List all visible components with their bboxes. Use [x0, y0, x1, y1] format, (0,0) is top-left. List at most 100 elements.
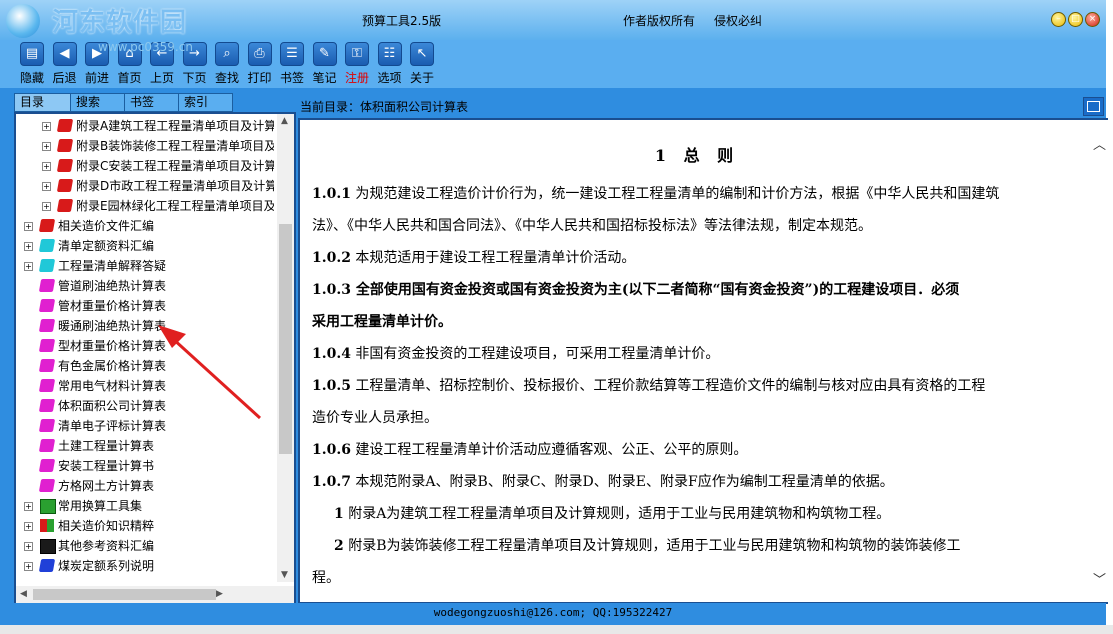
- tree-item[interactable]: + 相关造价文件汇编: [16, 216, 274, 236]
- background-window-strip: [0, 625, 1113, 634]
- tree-item[interactable]: + 煤炭定额系列说明: [16, 556, 274, 576]
- tree-item[interactable]: 土建工程量计算表: [16, 436, 274, 456]
- expand-toggle-icon[interactable]: +: [24, 562, 33, 571]
- document-paragraph: 1 附录A为建筑工程工程量清单项目及计算规则，适用于工业与民用建筑物和构筑物工程…: [312, 498, 1082, 530]
- scroll-thumb[interactable]: [33, 589, 216, 600]
- tree-item[interactable]: 常用电气材料计算表: [16, 376, 274, 396]
- tree-item[interactable]: + 其他参考资料汇编: [16, 536, 274, 556]
- scroll-down-icon[interactable]: ▼: [281, 570, 288, 580]
- expand-toggle-icon[interactable]: +: [42, 122, 51, 131]
- book-icon: [38, 219, 56, 232]
- toolbar-button-1[interactable]: ◀ 后退: [49, 42, 81, 88]
- tree-item[interactable]: 方格网土方计算表: [16, 476, 274, 496]
- expand-toggle-icon[interactable]: +: [24, 502, 33, 511]
- book-icon: [38, 259, 56, 272]
- clause-number: 2: [334, 538, 344, 554]
- clause-text: 本规范适用于建设工程工程量清单计价活动。: [350, 250, 636, 266]
- scroll-left-icon[interactable]: ◀: [20, 589, 27, 599]
- toolbar-button-label: 后退: [52, 71, 77, 85]
- back-icon: ◀: [52, 42, 77, 66]
- register-icon: ⚿: [345, 42, 369, 66]
- current-directory: 当前目录：体积面积公司计算表: [300, 100, 469, 114]
- tree-item[interactable]: + 附录D市政工程工程量清单项目及计算: [16, 176, 274, 196]
- book-icon: [56, 139, 74, 152]
- tree-item[interactable]: + 工程量清单解释答疑: [16, 256, 274, 276]
- tree-item[interactable]: 体积面积公司计算表: [16, 396, 274, 416]
- tab-index[interactable]: 索引: [178, 93, 233, 112]
- clause-number: 1.0.5: [312, 378, 351, 394]
- tree-item[interactable]: + 附录C安装工程工程量清单项目及计算: [16, 156, 274, 176]
- tree-item-label: 附录B装饰装修工程工程量清单项目及: [76, 139, 274, 153]
- scroll-right-icon[interactable]: ▶: [216, 589, 223, 599]
- scroll-down-icon[interactable]: ﹀: [1093, 569, 1106, 588]
- expand-toggle-icon[interactable]: +: [24, 262, 33, 271]
- toolbar-button-6[interactable]: ⌕ 查找: [211, 42, 243, 88]
- expand-toggle-icon[interactable]: +: [42, 162, 51, 171]
- watermark-logo-icon: [6, 4, 40, 38]
- clause-text: 法》、《中华人民共和国合同法》、《中华人民共和国招标投标法》等法律法规，制定本规…: [312, 218, 872, 234]
- toolbar-button-8[interactable]: ☰ 书签: [276, 42, 308, 88]
- maximize-button[interactable]: □: [1068, 12, 1083, 27]
- tree-item[interactable]: 清单电子评标计算表: [16, 416, 274, 436]
- document-paragraph: 1.0.5 工程量清单、招标控制价、投标报价、工程价款结算等工程造价文件的编制与…: [312, 370, 1082, 402]
- tree-item-label: 有色金属价格计算表: [58, 359, 167, 373]
- tree-item-label: 清单电子评标计算表: [58, 419, 167, 433]
- tab-contents[interactable]: 目录: [14, 93, 71, 112]
- tree-item-label: 体积面积公司计算表: [58, 399, 167, 413]
- tree-item-label: 附录E园林绿化工程工程量清单项目及: [76, 199, 274, 213]
- tree-item-label: 附录C安装工程工程量清单项目及计算: [76, 159, 274, 173]
- close-button[interactable]: ×: [1085, 12, 1100, 27]
- toolbar-button-10[interactable]: ⚿ 注册: [341, 42, 373, 88]
- expand-toggle-icon[interactable]: +: [24, 542, 33, 551]
- tab-search[interactable]: 搜索: [70, 93, 125, 112]
- tree-item[interactable]: 安装工程量计算书: [16, 456, 274, 476]
- expand-toggle-icon[interactable]: +: [24, 222, 33, 231]
- minimize-button[interactable]: –: [1051, 12, 1066, 27]
- tree-item[interactable]: + 清单定额资料汇编: [16, 236, 274, 256]
- toolbar-button-12[interactable]: ↖ 关于: [406, 42, 438, 88]
- clause-text: 本规范附录A、附录B、附录C、附录D、附录E、附录F应作为编制工程量清单的依据。: [350, 474, 894, 490]
- toolbar-button-7[interactable]: ⎙ 打印: [244, 42, 276, 88]
- tree-item[interactable]: 型材重量价格计算表: [16, 336, 274, 356]
- clause-text: 非国有资金投资的工程建设项目，可采用工程量清单计价。: [350, 346, 720, 362]
- book-icon: [38, 559, 56, 572]
- tree-item[interactable]: + 附录A建筑工程工程量清单项目及计算: [16, 116, 274, 136]
- clause-text: 采用工程量清单计价。: [312, 314, 452, 330]
- expand-toggle-icon[interactable]: +: [42, 202, 51, 211]
- restore-pane-button[interactable]: [1083, 97, 1104, 116]
- expand-toggle-icon[interactable]: +: [42, 182, 51, 191]
- scroll-up-icon[interactable]: ▲: [281, 116, 288, 126]
- tree-item[interactable]: 有色金属价格计算表: [16, 356, 274, 376]
- clause-number: 1.0.1: [312, 186, 351, 202]
- scroll-thumb[interactable]: [279, 224, 292, 454]
- toolbar-button-11[interactable]: ☷ 选项: [374, 42, 406, 88]
- toolbar-button-label: 首页: [117, 71, 142, 85]
- about-icon: ↖: [410, 42, 434, 66]
- toolbar-button-label: 关于: [409, 71, 434, 85]
- tab-bookmarks[interactable]: 书签: [124, 93, 179, 112]
- tree-item[interactable]: + 附录E园林绿化工程工程量清单项目及: [16, 196, 274, 216]
- tree-horizontal-scrollbar[interactable]: ◀ ▶: [16, 586, 294, 603]
- expand-toggle-icon[interactable]: +: [42, 142, 51, 151]
- tree-item[interactable]: + 常用换算工具集: [16, 496, 274, 516]
- scroll-up-icon[interactable]: ︿: [1093, 134, 1106, 153]
- expand-toggle-icon[interactable]: +: [24, 522, 33, 531]
- tree-item[interactable]: 暖通刷油绝热计算表: [16, 316, 274, 336]
- tree-item[interactable]: 管道刷油绝热计算表: [16, 276, 274, 296]
- document-paragraph: 1.0.2 本规范适用于建设工程工程量清单计价活动。: [312, 242, 1082, 274]
- tree-item[interactable]: 管材重量价格计算表: [16, 296, 274, 316]
- tree-item[interactable]: + 附录B装饰装修工程工程量清单项目及: [16, 136, 274, 156]
- tree-item[interactable]: + 相关造价知识精粹: [16, 516, 274, 536]
- tree-item-label: 常用电气材料计算表: [58, 379, 167, 393]
- book-icon: [38, 359, 56, 372]
- tree-vertical-scrollbar[interactable]: ▲ ▼: [277, 114, 294, 582]
- tree-item-label: 其他参考资料汇编: [58, 539, 155, 553]
- tree-item-label: 方格网土方计算表: [58, 479, 155, 493]
- expand-toggle-icon[interactable]: +: [24, 242, 33, 251]
- toolbar-button-0[interactable]: ▤ 隐藏: [16, 42, 48, 88]
- content-vertical-scrollbar[interactable]: ︿ ﹀: [1091, 120, 1108, 602]
- toolbar-button-9[interactable]: ✎ 笔记: [309, 42, 341, 88]
- hide-icon: ▤: [20, 42, 44, 66]
- document-paragraph: 1.0.6 建设工程工程量清单计价活动应遵循客观、公正、公平的原则。: [312, 434, 1082, 466]
- book-icon: [56, 159, 74, 172]
